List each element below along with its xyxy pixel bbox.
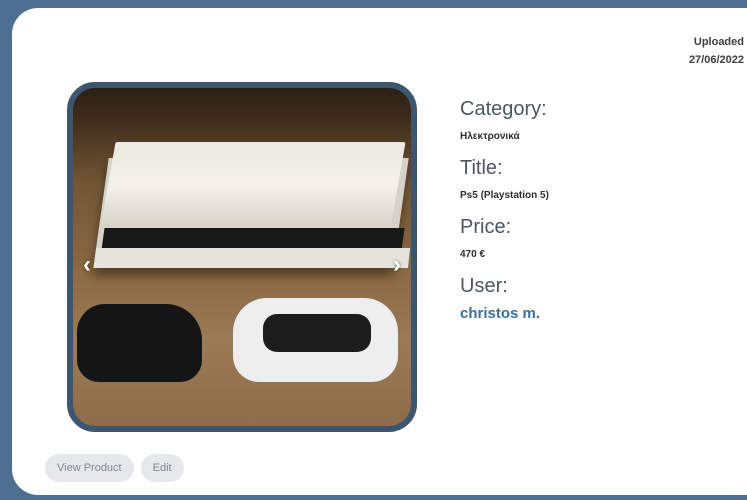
category-label: Category: [460, 98, 547, 120]
uploaded-date: 27/06/2022 [688, 54, 744, 66]
edit-button[interactable]: Edit [140, 454, 184, 482]
uploaded-label: Uploaded [693, 36, 744, 48]
card-actions: View Product Edit [45, 454, 184, 482]
product-image-carousel[interactable]: ‹ › [67, 82, 417, 432]
product-photo [73, 88, 411, 426]
title-label: Title: [460, 157, 503, 179]
price-value: 470 € [460, 249, 486, 260]
upload-info: Uploaded 27/06/2022 [689, 33, 744, 69]
title-value: Ps5 (Playstation 5) [460, 190, 549, 201]
price-label: Price: [460, 216, 512, 238]
carousel-prev-arrow-icon[interactable]: ‹ [83, 251, 91, 279]
user-label: User: [460, 275, 508, 297]
view-product-button[interactable]: View Product [45, 454, 134, 482]
category-value: Ηλεκτρονικά [460, 131, 520, 142]
user-link[interactable]: christos m. [460, 304, 720, 324]
product-details: Category: Ηλεκτρονικά Title: Ps5 (Playst… [460, 96, 720, 336]
product-card: Uploaded 27/06/2022 ‹ › Category: Ηλεκτρ… [12, 8, 747, 495]
carousel-next-arrow-icon[interactable]: › [393, 251, 401, 279]
